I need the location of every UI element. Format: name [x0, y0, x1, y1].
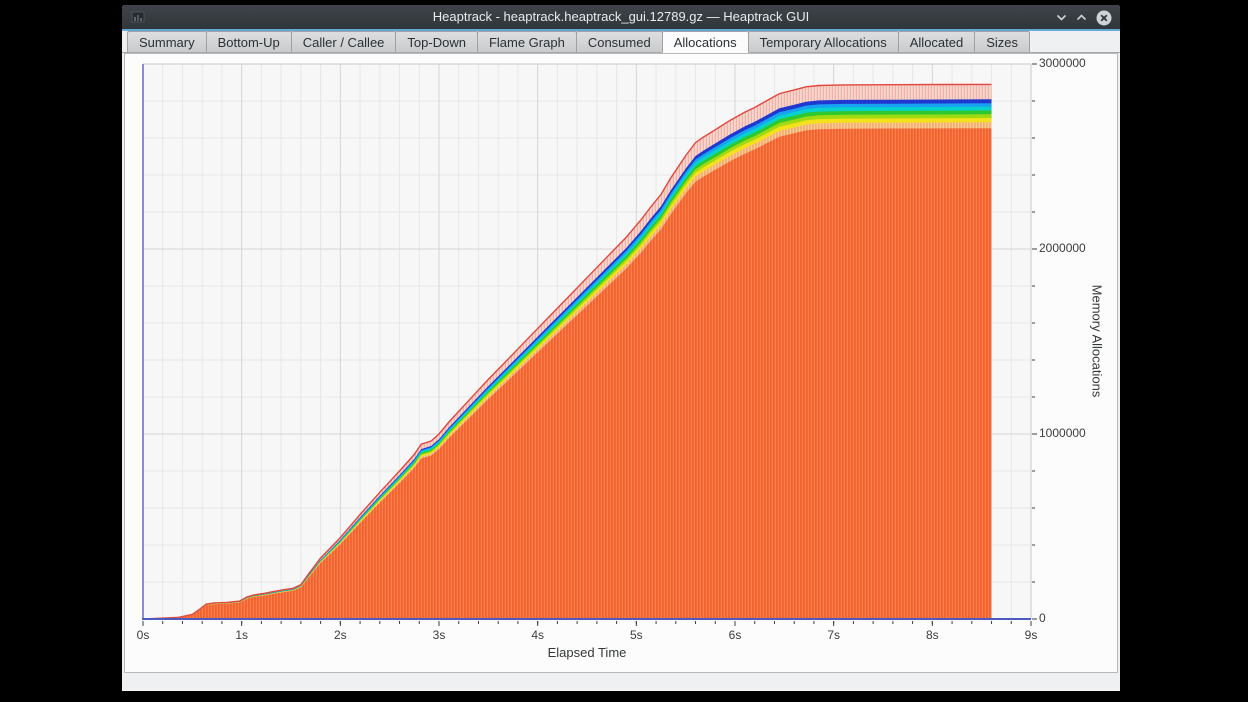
x-tick-label: 6s — [729, 628, 742, 642]
tab-temporary-allocations[interactable]: Temporary Allocations — [748, 31, 899, 53]
app-window: Heaptrack - heaptrack.heaptrack_gui.1278… — [122, 5, 1120, 691]
maximize-button[interactable] — [1072, 9, 1090, 26]
y-tick-label: 2000000 — [1039, 241, 1086, 255]
x-tick-label: 1s — [235, 628, 248, 642]
y-tick-label: 0 — [1039, 611, 1046, 625]
x-tick-label: 7s — [827, 628, 840, 642]
y-tick-label: 3000000 — [1039, 56, 1086, 70]
tab-sizes[interactable]: Sizes — [974, 31, 1030, 53]
tab-allocated[interactable]: Allocated — [898, 31, 975, 53]
allocations-chart: Elapsed Time Memory Allocations 0s 1s 2s 3s… — [124, 53, 1118, 673]
tab-summary[interactable]: Summary — [127, 31, 207, 53]
tab-bar: SummaryBottom-UpCaller / CalleeTop-DownF… — [122, 31, 1120, 53]
tab-consumed[interactable]: Consumed — [576, 31, 663, 53]
tab-caller-callee[interactable]: Caller / Callee — [291, 31, 397, 53]
x-tick-label: 8s — [926, 628, 939, 642]
y-axis-title: Memory Allocations — [1090, 285, 1105, 398]
chevron-up-icon — [1076, 14, 1087, 21]
title-bar[interactable]: Heaptrack - heaptrack.heaptrack_gui.1278… — [122, 5, 1120, 29]
close-button[interactable] — [1095, 9, 1113, 26]
x-tick-label: 4s — [531, 628, 544, 642]
desktop-background: Heaptrack - heaptrack.heaptrack_gui.1278… — [0, 0, 1248, 702]
x-axis-title: Elapsed Time — [548, 645, 627, 660]
y-tick-label: 1000000 — [1039, 426, 1086, 440]
x-tick-label: 5s — [630, 628, 643, 642]
tab-bottom-up[interactable]: Bottom-Up — [206, 31, 292, 53]
x-tick-label: 2s — [334, 628, 347, 642]
x-tick-label: 9s — [1025, 628, 1038, 642]
chart-canvas[interactable] — [125, 54, 1117, 672]
tab-top-down[interactable]: Top-Down — [395, 31, 478, 53]
x-tick-label: 3s — [433, 628, 446, 642]
chevron-down-icon — [1056, 14, 1067, 21]
window-title: Heaptrack - heaptrack.heaptrack_gui.1278… — [122, 5, 1120, 29]
minimize-button[interactable] — [1052, 9, 1070, 26]
tab-allocations[interactable]: Allocations — [662, 31, 749, 53]
x-tick-label: 0s — [137, 628, 150, 642]
circle-x-icon — [1096, 10, 1112, 26]
tab-flame-graph[interactable]: Flame Graph — [477, 31, 577, 53]
